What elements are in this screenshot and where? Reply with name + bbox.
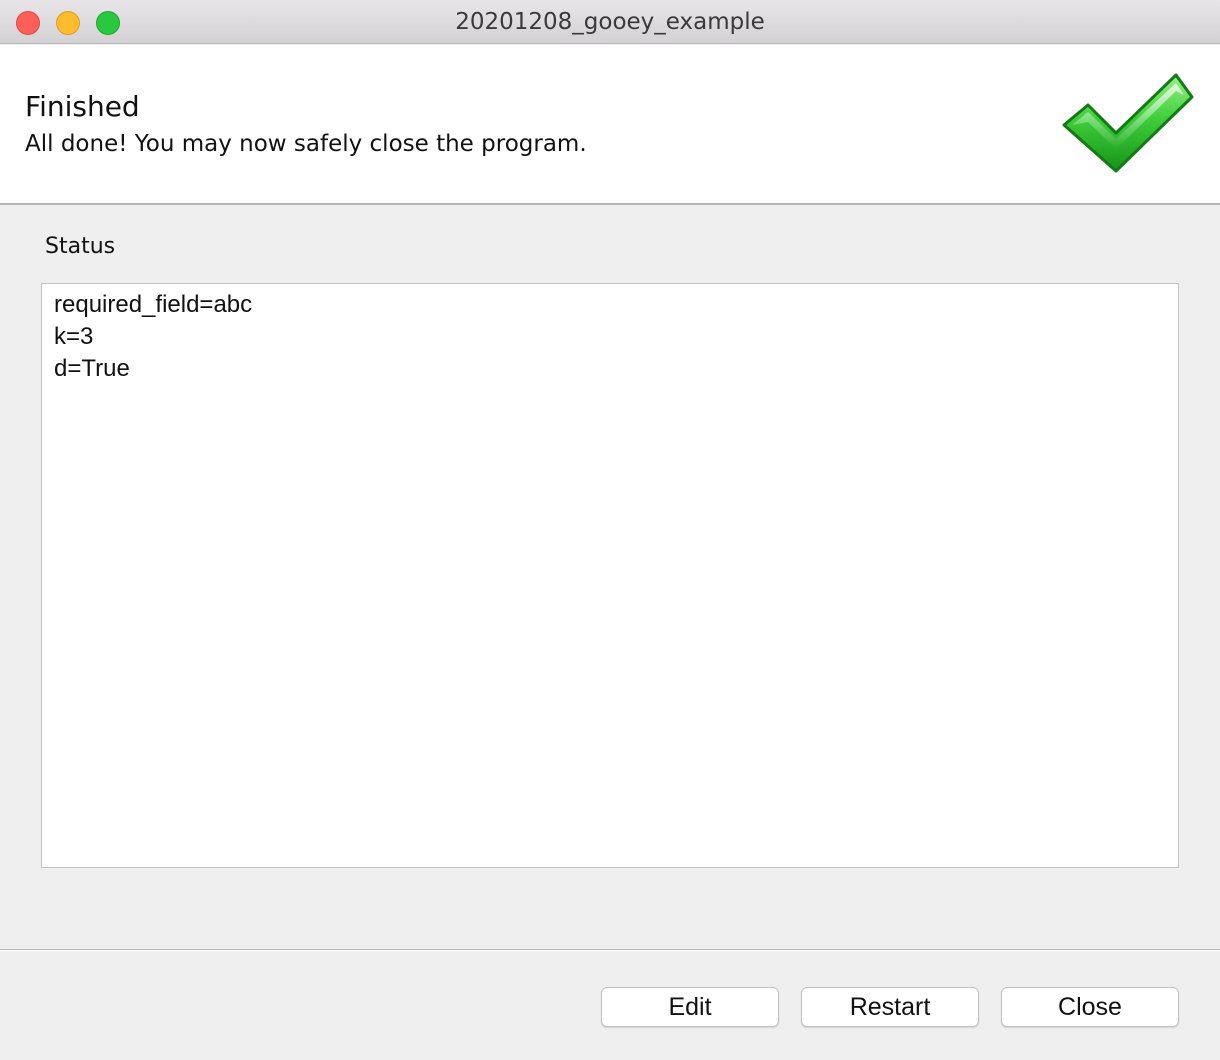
status-line: d=True — [54, 355, 130, 382]
status-line: required_field=abc — [54, 291, 253, 318]
header-panel: Finished All done! You may now safely cl… — [0, 45, 1220, 205]
restart-button[interactable]: Restart — [801, 987, 979, 1027]
title-bar[interactable]: 20201208_gooey_example — [0, 0, 1220, 44]
header-title: Finished — [25, 90, 140, 123]
app-window: 20201208_gooey_example Finished All done… — [0, 0, 1220, 1060]
status-label: Status — [45, 234, 116, 259]
close-button[interactable]: Close — [1001, 987, 1179, 1027]
green-checkmark-icon — [1062, 73, 1194, 173]
header-subtitle: All done! You may now safely close the p… — [25, 131, 587, 157]
status-output-textarea[interactable]: required_field=abc k=3 d=True — [41, 283, 1179, 868]
edit-button[interactable]: Edit — [601, 987, 779, 1027]
window-title: 20201208_gooey_example — [455, 9, 765, 35]
footer-divider — [0, 949, 1220, 951]
status-line: k=3 — [54, 323, 94, 350]
